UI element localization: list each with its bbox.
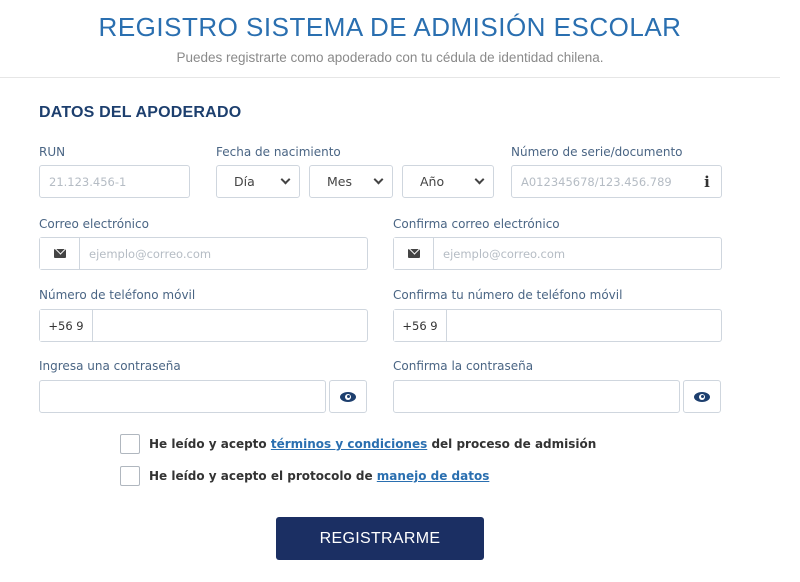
info-icon[interactable]: i xyxy=(693,166,721,197)
birthdate-day-value: Día xyxy=(234,174,255,189)
envelope-icon-container xyxy=(40,238,80,269)
show-password-button[interactable] xyxy=(329,380,367,413)
chevron-down-icon xyxy=(373,174,384,185)
terms-prefix: He leído y acepto xyxy=(149,437,271,451)
show-password-confirm-button[interactable] xyxy=(683,380,721,413)
document-label: Número de serie/documento xyxy=(511,145,683,159)
page-subtitle: Puedes registrarte como apoderado con tu… xyxy=(176,50,604,65)
phone-confirm-field[interactable]: +56 9 xyxy=(393,309,722,342)
email-confirm-field[interactable] xyxy=(393,237,722,270)
terms-checkbox[interactable] xyxy=(120,434,140,454)
page-header: REGISTRO SISTEMA DE ADMISIÓN ESCOLAR Pue… xyxy=(0,0,780,78)
password-confirm-label: Confirma la contraseña xyxy=(393,359,534,373)
eye-icon xyxy=(694,391,710,402)
envelope-icon xyxy=(53,249,66,258)
birthdate-label: Fecha de nacimiento xyxy=(216,145,341,159)
terms-link[interactable]: términos y condiciones xyxy=(271,437,427,451)
data-policy-checkbox[interactable] xyxy=(120,466,140,486)
data-policy-prefix: He leído y acepto el protocolo de xyxy=(149,469,377,483)
phone-label: Número de teléfono móvil xyxy=(39,288,196,302)
phone-confirm-prefix: +56 9 xyxy=(394,310,447,341)
run-field[interactable] xyxy=(39,165,190,198)
document-input[interactable] xyxy=(512,166,721,197)
data-policy-link[interactable]: manejo de datos xyxy=(377,469,490,483)
envelope-icon-container xyxy=(394,238,434,269)
document-field[interactable]: i xyxy=(511,165,722,198)
birthdate-month-value: Mes xyxy=(327,174,352,189)
password-label: Ingresa una contraseña xyxy=(39,359,181,373)
terms-row: He leído y acepto términos y condiciones… xyxy=(120,434,596,454)
email-input[interactable] xyxy=(80,238,367,269)
password-confirm-field[interactable] xyxy=(393,380,680,413)
birthdate-year-select[interactable]: Año xyxy=(402,165,494,198)
birthdate-year-value: Año xyxy=(420,174,445,189)
phone-prefix: +56 9 xyxy=(40,310,93,341)
email-field[interactable] xyxy=(39,237,368,270)
birthdate-day-select[interactable]: Día xyxy=(216,165,300,198)
eye-icon xyxy=(340,391,356,402)
birthdate-month-select[interactable]: Mes xyxy=(309,165,393,198)
run-label: RUN xyxy=(39,145,66,159)
chevron-down-icon xyxy=(280,174,291,185)
password-confirm-input[interactable] xyxy=(394,381,679,412)
data-policy-row: He leído y acepto el protocolo de manejo… xyxy=(120,466,489,486)
password-field[interactable] xyxy=(39,380,326,413)
phone-field[interactable]: +56 9 xyxy=(39,309,368,342)
page-title: REGISTRO SISTEMA DE ADMISIÓN ESCOLAR xyxy=(98,12,682,42)
chevron-down-icon xyxy=(474,174,485,185)
envelope-icon xyxy=(407,249,420,258)
email-label: Correo electrónico xyxy=(39,217,149,231)
phone-confirm-input[interactable] xyxy=(447,310,721,341)
phone-input[interactable] xyxy=(93,310,367,341)
password-input[interactable] xyxy=(40,381,325,412)
register-button[interactable]: REGISTRARME xyxy=(276,517,484,560)
email-confirm-input[interactable] xyxy=(434,238,721,269)
phone-confirm-label: Confirma tu número de teléfono móvil xyxy=(393,288,623,302)
run-input[interactable] xyxy=(40,166,189,197)
terms-suffix: del proceso de admisión xyxy=(427,437,597,451)
section-title: DATOS DEL APODERADO xyxy=(39,104,242,121)
email-confirm-label: Confirma correo electrónico xyxy=(393,217,560,231)
